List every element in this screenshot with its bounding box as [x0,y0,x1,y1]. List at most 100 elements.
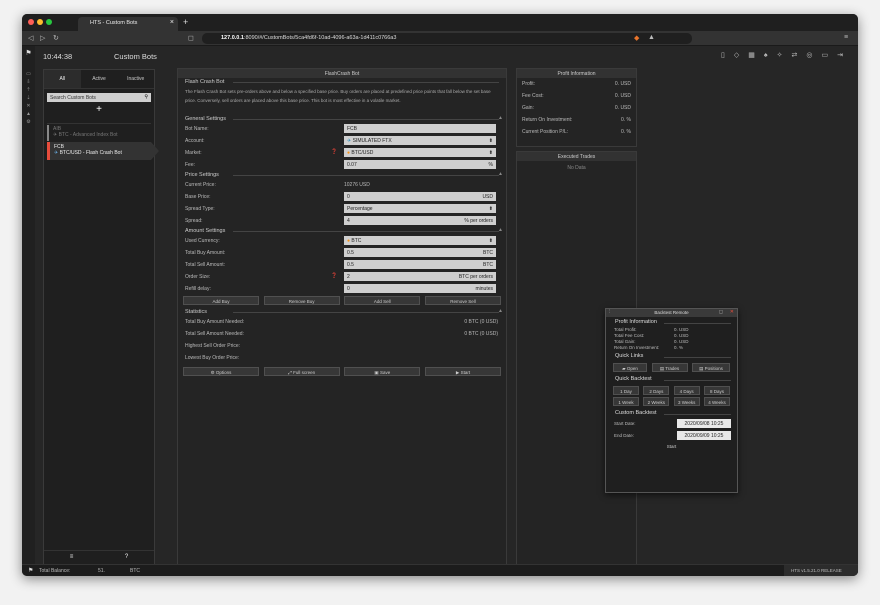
total-sell-field[interactable]: 0.5 BTC [344,260,496,269]
chat-icon[interactable]: ▭ [22,71,35,77]
remove-buy-button[interactable]: Remove Buy [263,296,340,305]
stat-value: 0 BTC (0 USD) [464,331,498,337]
account-select[interactable]: ✈ SIMULATED FTX ⬍ [344,136,496,145]
list-item-selected[interactable]: FCB ✈ BTC/USD - Flash Crash Bot [47,142,159,160]
options-button[interactable]: ⚙ Options [183,367,259,376]
field-label: Total Buy Amount Needed: [185,319,245,325]
minimize-icon[interactable]: ◻ [719,309,723,315]
url-field[interactable]: 127.0.0.1:8090/#/CustomBots/5ca4fd6f-10a… [202,33,692,44]
field-label: Highest Sell Order Price: [185,343,241,349]
share-icon[interactable]: ⇄ [792,52,807,59]
bell-icon[interactable]: ♠ [764,52,777,59]
rewards-icon[interactable]: ▲ [648,34,655,41]
add-sell-button[interactable]: Add Sell [344,296,421,305]
add-buy-button[interactable]: Add Buy [183,296,259,305]
row-value: 0. USD [615,93,631,99]
tools-icon[interactable]: ✕ [22,103,35,109]
remove-sell-button[interactable]: Remove Sell [424,296,501,305]
bot-list-footer: ≡ ? [44,550,154,564]
help-icon[interactable]: ❓ [331,149,337,155]
quick-1-day[interactable]: 1 Day [613,386,639,395]
full-screen-button[interactable]: ⤢ Full screen [263,367,340,376]
close-window-button[interactable] [28,19,34,25]
close-tab-icon[interactable]: × [170,19,174,26]
total-buy-field[interactable]: 0.5 BTC [344,248,496,257]
end-date-field[interactable]: 2020/09/09 10:25 [677,431,731,440]
field-value: 0.07 [347,162,357,168]
collapse-icon[interactable]: ▲ [498,115,503,121]
menu-button[interactable]: ≡ [44,551,99,564]
quick-2-weeks[interactable]: 2 Weeks [643,397,670,406]
grid-icon[interactable]: ▦ [748,52,764,59]
quick-8-days[interactable]: 8 Days [703,386,730,395]
quick-4-weeks[interactable]: 4 Weeks [703,397,730,406]
pin-icon[interactable]: ✧ [777,52,792,59]
tab-inactive[interactable]: Inactive [117,70,154,88]
tab-all[interactable]: All [44,70,81,88]
support-icon[interactable]: ◎ [806,52,821,59]
trade-icon[interactable]: ⇣ [22,95,35,101]
collapse-icon[interactable]: ▲ [498,171,503,177]
bookmark-icon[interactable]: ◻ [188,34,194,42]
help-icon[interactable]: ❓ [331,273,337,279]
search-input[interactable]: Search Custom Bots ⚲ [47,93,151,102]
spread-field[interactable]: 4 % per orders [344,216,496,225]
back-icon[interactable]: ◁ [28,34,33,42]
pin-icon[interactable]: ⫶ [609,309,610,314]
save-button[interactable]: ▣ Save [344,367,421,376]
bots-icon[interactable]: ⚙ [22,119,35,125]
statistics-header[interactable]: Statistics ▲ [178,308,506,316]
start-button[interactable]: ▶ Start [424,367,501,376]
reload-icon[interactable]: ↻ [53,34,59,42]
menu-icon[interactable]: ≡ [844,34,848,41]
spread-type-select[interactable]: Percentage ⬍ [344,204,496,213]
general-settings-header[interactable]: General Settings ▲ [178,115,506,123]
bot-name-field[interactable]: FCB [344,124,496,133]
quick-2-days[interactable]: 2 Days [643,386,670,395]
help-button[interactable]: ? [99,551,154,564]
backtest-remote-window[interactable]: ⫶ Backtest Remote ◻ ✕ Profit Information… [605,308,738,493]
tag-icon[interactable]: ◇ [734,52,748,59]
open-button[interactable]: ▰ Open [613,363,647,372]
trades-button[interactable]: ▤ Trades [651,363,688,372]
price-settings-header[interactable]: Price Settings ▲ [178,171,506,179]
alert-icon[interactable]: ▲ [22,111,35,117]
order-size-field[interactable]: 2 BTC per orders [344,272,496,281]
new-tab-button[interactable]: + [183,17,188,27]
button-label: Save [379,370,391,375]
total-sell-row: Total Sell Amount: 0.5 BTC [178,259,506,271]
refill-delay-field[interactable]: 0 minutes [344,284,496,293]
browser-tab[interactable]: HTS - Custom Bots × [78,17,178,31]
list-item[interactable]: AIB ✈ BTC - Advanced Index Bot [47,125,151,141]
wallet-icon[interactable]: ⇩ [22,79,35,85]
quick-3-weeks[interactable]: 3 Weeks [673,397,700,406]
tab-active[interactable]: Active [81,70,118,88]
logout-icon[interactable]: ⇥ [837,52,852,59]
collapse-icon[interactable]: ▲ [498,308,503,314]
quick-4-days[interactable]: 4 Days [673,386,700,395]
market-select[interactable]: ● BTC/USD ⬍ [344,148,496,157]
positions-button[interactable]: ▤ Positions [692,363,730,372]
used-currency-select[interactable]: ● BTC ⬍ [344,236,496,245]
brave-shield-icon[interactable]: ◆ [634,34,639,42]
charts-icon[interactable]: ⇡ [22,87,35,93]
close-icon[interactable]: ✕ [730,309,734,315]
backtest-start-button[interactable]: Start [660,444,684,449]
start-date-field[interactable]: 2020/09/08 10:25 [677,419,731,428]
quick-1-week[interactable]: 1 Week [613,397,639,406]
backtest-header[interactable]: ⫶ Backtest Remote ◻ ✕ [606,309,737,317]
minimize-window-button[interactable] [37,19,43,25]
forward-icon[interactable]: ▷ [40,34,45,42]
url-path: :8090/#/CustomBots/5ca4fd6f-10ad-4096-a6… [243,35,397,41]
base-price-row: Base Price: 0 USD [178,191,506,203]
maximize-window-button[interactable] [46,19,52,25]
fee-field[interactable]: 0.07% [344,160,496,169]
amount-settings-header[interactable]: Amount Settings ▲ [178,227,506,235]
amount-buttons: Add Buy Remove Buy Add Sell Remove Sell [178,296,506,308]
book-icon[interactable]: ▯ [721,52,734,59]
base-price-field[interactable]: 0 USD [344,192,496,201]
add-bot-button[interactable]: + [44,104,154,115]
message-icon[interactable]: ▭ [822,52,838,59]
collapse-icon[interactable]: ▲ [498,227,503,233]
bt-links-title: Quick Links [606,351,737,361]
